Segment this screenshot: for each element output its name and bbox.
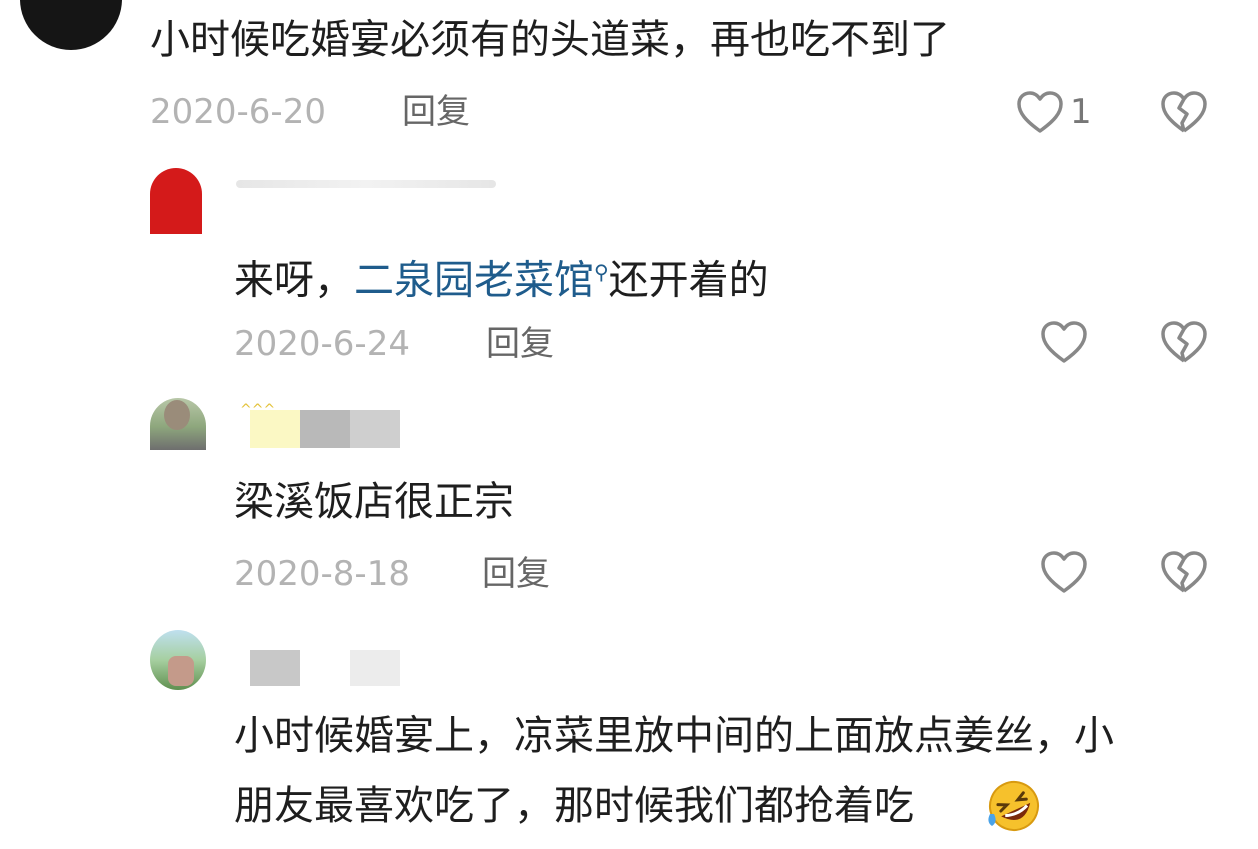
- comment-text: 小时候吃婚宴必须有的头道菜，再也吃不到了: [150, 17, 950, 63]
- sparkle-decoration: ^^^: [240, 402, 276, 418]
- username-blurred: [350, 650, 400, 686]
- heart-outline-icon[interactable]: [1016, 90, 1064, 136]
- reply-button[interactable]: 回复: [486, 324, 554, 364]
- comment-text-suffix: 还开着的: [608, 257, 769, 304]
- comment-text-prefix: 来呀，: [234, 257, 354, 304]
- avatar-figure: [164, 400, 190, 430]
- username-blurred: [236, 180, 496, 188]
- avatar-user-2[interactable]: [150, 168, 202, 234]
- search-icon[interactable]: ⚲: [594, 260, 609, 284]
- broken-heart-icon[interactable]: [1160, 320, 1208, 366]
- heart-outline-icon[interactable]: [1040, 320, 1088, 366]
- comment-text-line: 朋友最喜欢吃了，那时候我们都抢着吃: [234, 783, 914, 829]
- heart-outline-icon[interactable]: [1040, 550, 1088, 596]
- place-link[interactable]: 二泉园老菜馆: [354, 257, 594, 303]
- comment-date: 2020-6-20: [150, 92, 326, 132]
- avatar-figure: [168, 656, 194, 686]
- comment-text: 梁溪饭店很正宗: [234, 479, 514, 525]
- rofl-emoji-icon: [988, 781, 1039, 831]
- username-blurred: [350, 410, 400, 448]
- comment-date: 2020-8-18: [234, 554, 410, 594]
- reply-button[interactable]: 回复: [482, 554, 550, 594]
- broken-heart-icon[interactable]: [1160, 550, 1208, 596]
- username-blurred: [250, 650, 300, 686]
- comment-text: 来呀，二泉园老菜馆⚲还开着的: [234, 246, 769, 306]
- username-blurred: [300, 410, 350, 448]
- comment-text-line: 小时候婚宴上，凉菜里放中间的上面放点姜丝，小: [234, 713, 1114, 759]
- broken-heart-icon[interactable]: [1160, 90, 1208, 136]
- like-count: 1: [1070, 92, 1092, 132]
- reply-button[interactable]: 回复: [402, 92, 470, 132]
- avatar-user-1[interactable]: [20, 0, 122, 50]
- comment-date: 2020-6-24: [234, 324, 410, 364]
